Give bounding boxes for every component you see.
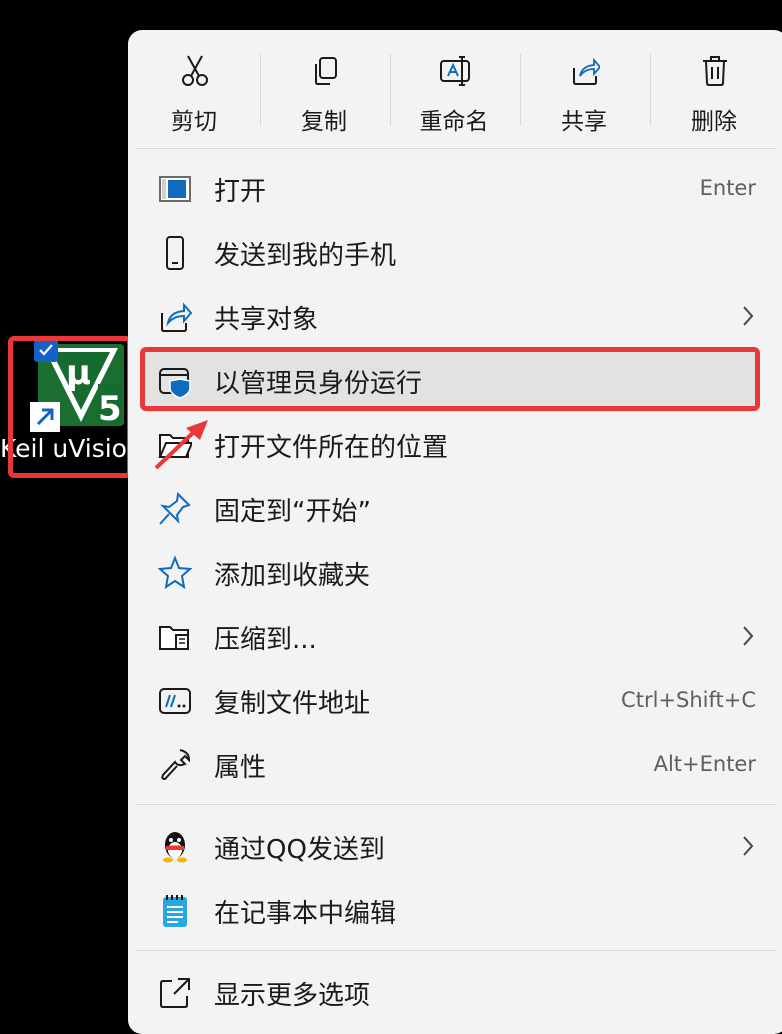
menu-item-label: 复制文件地址 — [214, 689, 371, 719]
run-as-admin-annotation-box — [140, 347, 760, 411]
toolbar-divider — [650, 54, 651, 126]
menu-item-shortcut: Alt+Enter — [653, 752, 756, 776]
open-window-icon — [159, 176, 191, 202]
menu-item-label: 发送到我的手机 — [214, 241, 397, 271]
rename-icon — [440, 56, 470, 86]
pin-icon — [159, 491, 191, 525]
rename-button[interactable]: 重命名 — [394, 44, 514, 140]
context-toolbar: 剪切 复制 重命名 共享 删除 — [128, 30, 782, 148]
menu-item-share-with[interactable]: 共享对象 — [142, 286, 756, 348]
menu-item-label: 固定到“开始” — [214, 497, 371, 527]
cut-label: 剪切 — [171, 109, 217, 135]
menu-item-label: 属性 — [214, 753, 267, 783]
menu-item-label: 添加到收藏夹 — [214, 561, 371, 591]
menu-item-label: 打开文件所在的位置 — [214, 433, 449, 463]
context-menu: 剪切 复制 重命名 共享 删除 打开 Enter 发送到我的手机 共享对象 以管… — [128, 30, 782, 1034]
chevron-right-icon — [743, 836, 754, 856]
menu-item-properties[interactable]: 属性 Alt+Enter — [142, 734, 756, 796]
menu-item-compress-to[interactable]: 压缩到... — [142, 606, 756, 668]
trash-icon — [703, 56, 727, 86]
menu-item-shortcut: Enter — [699, 176, 756, 200]
share-icon — [161, 302, 192, 332]
desktop-shortcut[interactable]: μ 5 Keil uVision5 — [0, 332, 140, 482]
menu-item-label: 共享对象 — [214, 305, 319, 335]
toolbar-divider — [520, 54, 521, 126]
delete-button[interactable]: 删除 — [654, 44, 774, 140]
menu-item-pin-to-start[interactable]: 固定到“开始” — [142, 478, 756, 540]
menu-item-send-via-qq[interactable]: 通过QQ发送到 — [142, 816, 756, 878]
more-options-icon — [160, 978, 190, 1008]
menu-item-label: 压缩到... — [214, 625, 317, 655]
menu-item-show-more-options[interactable]: 显示更多选项 — [142, 962, 756, 1024]
menu-item-open-file-location[interactable]: 打开文件所在的位置 — [142, 414, 756, 476]
copy-path-icon — [159, 688, 191, 714]
rename-label: 重命名 — [419, 109, 489, 135]
desktop-annotation-box — [8, 336, 132, 478]
menu-item-shortcut: Ctrl+Shift+C — [621, 688, 756, 712]
menu-item-label: 显示更多选项 — [214, 981, 371, 1011]
copy-label: 复制 — [301, 109, 347, 135]
chevron-right-icon — [743, 626, 754, 646]
menu-item-label: 在记事本中编辑 — [214, 899, 397, 929]
menu-item-send-to-phone[interactable]: 发送到我的手机 — [142, 222, 756, 284]
copy-icon — [315, 57, 337, 85]
chevron-right-icon — [743, 306, 754, 326]
toolbar-separator — [136, 148, 776, 149]
cut-button[interactable]: 剪切 — [134, 44, 254, 140]
menu-item-label: 打开 — [214, 177, 267, 207]
notepad-icon — [163, 895, 187, 927]
menu-item-open[interactable]: 打开 Enter — [142, 158, 756, 220]
toolbar-divider — [260, 54, 261, 126]
annotation-arrow-icon — [154, 420, 208, 470]
share-label: 共享 — [561, 109, 607, 135]
zip-folder-icon — [159, 626, 189, 650]
menu-separator — [136, 950, 776, 951]
share-button[interactable]: 共享 — [524, 44, 644, 140]
menu-item-edit-in-notepad[interactable]: 在记事本中编辑 — [142, 880, 756, 942]
qq-penguin-icon — [163, 832, 187, 863]
toolbar-divider — [390, 54, 391, 126]
phone-icon — [166, 236, 184, 270]
star-icon — [158, 555, 192, 590]
menu-item-copy-as-path[interactable]: 复制文件地址 Ctrl+Shift+C — [142, 670, 756, 732]
wrench-icon — [161, 749, 191, 781]
scissors-icon — [182, 55, 208, 86]
share-icon — [573, 57, 600, 85]
copy-button[interactable]: 复制 — [264, 44, 384, 140]
delete-label: 删除 — [691, 109, 737, 135]
menu-item-label: 通过QQ发送到 — [214, 835, 385, 865]
menu-separator — [136, 804, 776, 805]
menu-item-add-to-favorites[interactable]: 添加到收藏夹 — [142, 542, 756, 604]
